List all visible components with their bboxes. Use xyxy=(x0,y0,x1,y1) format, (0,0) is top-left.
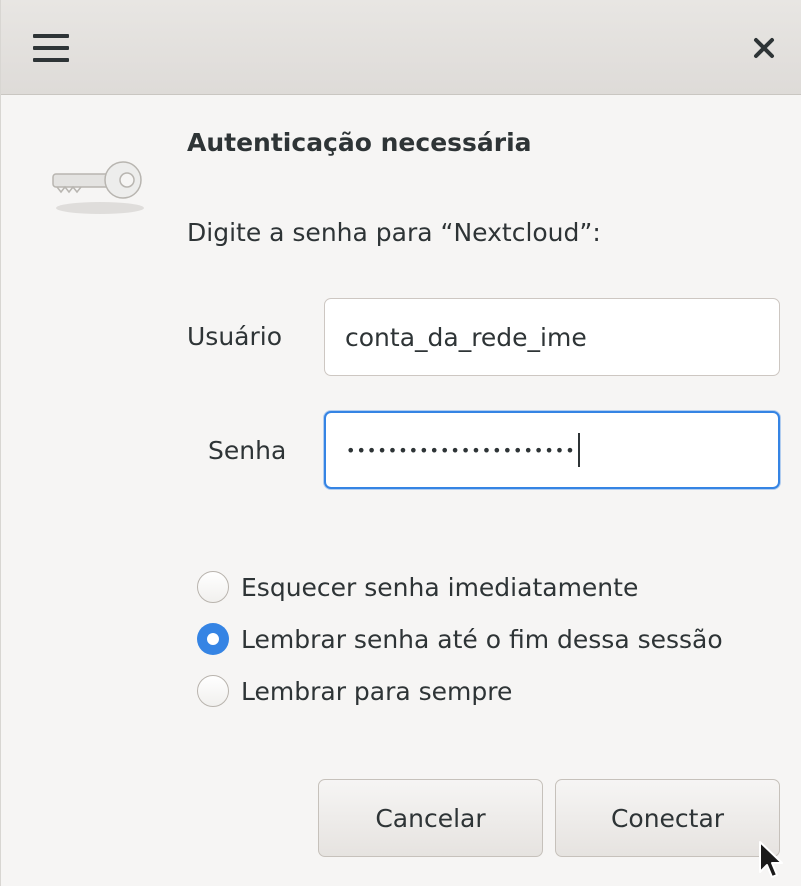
key-icon xyxy=(45,150,155,220)
radio-button[interactable] xyxy=(197,571,229,603)
password-label: Senha xyxy=(208,436,287,465)
password-field[interactable]: •••••••••••••••••••••• xyxy=(324,411,780,489)
cancel-button[interactable]: Cancelar xyxy=(318,779,543,857)
dialog-heading: Autenticação necessária xyxy=(187,128,532,157)
radio-label: Lembrar para sempre xyxy=(241,676,513,706)
connect-button[interactable]: Conectar xyxy=(555,779,780,857)
password-value: •••••••••••••••••••••• xyxy=(346,440,576,460)
mouse-pointer-icon xyxy=(758,840,784,880)
radio-remember-session[interactable]: Lembrar senha até o fim dessa sessão xyxy=(197,619,723,659)
radio-button[interactable] xyxy=(197,675,229,707)
username-label: Usuário xyxy=(187,322,283,351)
authentication-dialog: Autenticação necessária Digite a senha p… xyxy=(0,0,801,886)
text-caret xyxy=(577,433,580,467)
radio-label: Esquecer senha imediatamente xyxy=(241,572,639,602)
radio-forget-immediately[interactable]: Esquecer senha imediatamente xyxy=(197,567,638,607)
radio-remember-forever[interactable]: Lembrar para sempre xyxy=(197,671,512,711)
username-value: conta_da_rede_ime xyxy=(345,322,587,352)
hamburger-menu-icon[interactable] xyxy=(25,24,77,72)
radio-label: Lembrar senha até o fim dessa sessão xyxy=(241,624,723,654)
radio-button-checked[interactable] xyxy=(197,623,229,655)
dialog-prompt: Digite a senha para “Nextcloud”: xyxy=(187,218,601,247)
username-field[interactable]: conta_da_rede_ime xyxy=(324,298,780,376)
close-icon[interactable] xyxy=(744,28,784,68)
titlebar xyxy=(1,0,801,95)
